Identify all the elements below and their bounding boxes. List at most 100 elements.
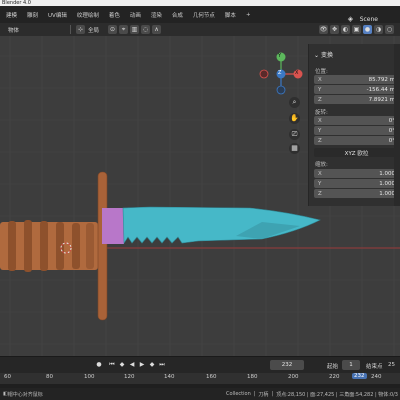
status-collection: Collection	[226, 391, 251, 397]
add-workspace-button[interactable]: +	[241, 12, 256, 18]
snap-target-icon[interactable]: ▥	[130, 25, 140, 34]
tab-shading[interactable]: 着色	[104, 11, 125, 19]
location-x-field[interactable]: X 85.792 m	[314, 75, 399, 84]
ruler-tick: 180	[247, 374, 258, 380]
scale-z-field[interactable]: Z 1.000	[314, 189, 399, 198]
axis-y: Y	[318, 127, 322, 134]
timeline-controls: ● ⏮ ◆ ◀ ▶ ◆ ⏭ 232 起始 1 结束点 25	[0, 356, 400, 374]
ruler-tick: 60	[4, 374, 11, 380]
ortho-grid-icon[interactable]: ▦	[289, 143, 300, 154]
xray-icon[interactable]: ▣	[352, 25, 361, 34]
prev-keyframe-icon[interactable]: ◆	[118, 360, 126, 370]
transform-orientation-icon[interactable]: ⊹	[76, 25, 85, 34]
play-icon[interactable]: ▶	[138, 360, 146, 370]
scale-label: 缩放:	[315, 162, 328, 168]
playhead-frame[interactable]: 232	[352, 373, 367, 379]
scale-y-field[interactable]: Y 1.000	[314, 179, 399, 188]
play-reverse-icon[interactable]: ◀	[128, 360, 136, 370]
axis-x: X	[318, 170, 322, 177]
location-y-value: -156.44 m	[366, 86, 395, 93]
axis-y: Y	[318, 180, 322, 187]
knife-guard[interactable]	[97, 171, 108, 321]
shading-rendered-icon[interactable]: ○	[385, 25, 394, 34]
status-hint: 帽中心对齐鼠标	[7, 391, 43, 398]
tab-scripting[interactable]: 脚本	[220, 11, 241, 19]
status-bar: ◧ 帽中心对齐鼠标 Collection | 刀柄 | 顶点:28,150 | …	[0, 388, 400, 400]
tab-sculpting[interactable]: 雕刻	[22, 11, 43, 19]
gizmo-icon[interactable]: ✥	[330, 25, 339, 34]
end-frame-field[interactable]: 25	[388, 362, 395, 368]
jump-start-icon[interactable]: ⏮	[108, 360, 116, 370]
axis-x: X	[318, 117, 322, 124]
jump-end-icon[interactable]: ⏭	[158, 360, 166, 370]
rotation-x-field[interactable]: X 0°	[314, 116, 399, 125]
visibility-icon[interactable]: 👁	[319, 25, 328, 34]
rotation-mode-dropdown[interactable]: XYZ 欧拉	[314, 148, 399, 157]
knife-bolster[interactable]	[102, 208, 124, 244]
tab-texture-paint[interactable]: 纹理绘制	[72, 11, 104, 19]
tab-modeling[interactable]: 建模	[0, 11, 22, 19]
pivot-point-icon[interactable]: ⊙	[108, 25, 118, 34]
scene-selector[interactable]: Scene	[360, 16, 378, 23]
transform-header[interactable]: ⌄ 变换	[309, 50, 333, 59]
gizmo-z-label: Z	[278, 70, 282, 76]
scale-y-value: 1.000	[379, 180, 395, 187]
current-frame-field[interactable]: 232	[270, 360, 304, 370]
scale-z-value: 1.000	[379, 190, 395, 197]
viewport-header: 物体 ⊹ 全局 ⊙ ⌖ ▥ ◌ ∧ 👁 ✥ ◐ ▣ ● ◑ ○	[0, 23, 400, 37]
ruler-tick: 140	[164, 374, 175, 380]
gizmo-x-label: X	[295, 70, 299, 76]
snap-icon[interactable]: ⌖	[119, 25, 129, 34]
object-mode-menu[interactable]: 物体	[8, 26, 66, 34]
sidebar-n-panel: ⌄ 变换 位置: X 85.792 m Y -156.44 m Z 7.8921 m …	[308, 44, 400, 206]
location-label: 位置:	[315, 69, 328, 75]
ruler-tick: 120	[124, 374, 135, 380]
axis-z: Z	[318, 137, 322, 144]
location-y-field[interactable]: Y -156.44 m	[314, 85, 399, 94]
rotation-label: 旋转:	[315, 110, 328, 116]
tab-rendering[interactable]: 渲染	[146, 11, 167, 19]
rotation-mode-value: XYZ 欧拉	[344, 150, 369, 157]
tab-compositing[interactable]: 合成	[167, 11, 188, 19]
location-z-value: 7.8921 m	[368, 96, 395, 103]
zoom-icon[interactable]: ⌕	[289, 97, 300, 108]
rotation-z-field[interactable]: Z 0°	[314, 136, 399, 145]
start-frame-field[interactable]: 1	[342, 360, 360, 370]
ruler-tick: 80	[46, 374, 53, 380]
workspace-tabs: 建模 雕刻 UV编辑 纹理绘制 着色 动画 渲染 合成 几何节点 脚本 + ◈ …	[0, 6, 400, 23]
overlay-icon[interactable]: ◐	[341, 25, 350, 34]
timeline-ruler[interactable]: 60 80 100 120 140 160 180 200 220 232 24…	[0, 373, 400, 384]
rotation-y-field[interactable]: Y 0°	[314, 126, 399, 135]
knife-handle[interactable]	[0, 220, 98, 272]
pan-hand-icon[interactable]: ✋	[289, 113, 300, 124]
transform-title: 变换	[320, 52, 333, 59]
camera-view-icon[interactable]: ⎚	[289, 129, 300, 140]
ruler-tick: 220	[329, 374, 340, 380]
status-object: 刀柄	[258, 391, 269, 398]
axis-z: Z	[318, 190, 322, 197]
scene-icon[interactable]: ◈	[348, 15, 356, 23]
ruler-tick: 160	[206, 374, 217, 380]
record-icon[interactable]: ●	[95, 360, 103, 370]
tab-geometry-nodes[interactable]: 几何节点	[188, 11, 220, 19]
transform-orientation-dropdown[interactable]: 全局	[88, 26, 99, 34]
collapse-chevron-icon[interactable]: ⌄	[314, 52, 321, 59]
scale-x-value: 1.000	[379, 170, 395, 177]
end-frame-label: 结束点	[366, 364, 383, 370]
scale-x-field[interactable]: X 1.000	[314, 169, 399, 178]
shading-solid-icon[interactable]: ●	[363, 25, 372, 34]
ruler-tick: 100	[84, 374, 95, 380]
status-stats: 顶点:28,150 | 面:27,425 | 三角面:54,282 | 物体:0…	[276, 391, 398, 398]
location-z-field[interactable]: Z 7.8921 m	[314, 95, 399, 104]
falloff-icon[interactable]: ∧	[152, 25, 162, 34]
tab-animation[interactable]: 动画	[125, 11, 146, 19]
shading-material-icon[interactable]: ◑	[374, 25, 383, 34]
ruler-tick: 240	[371, 374, 382, 380]
axis-y: Y	[318, 86, 322, 93]
next-keyframe-icon[interactable]: ◆	[148, 360, 156, 370]
tab-uv-editing[interactable]: UV编辑	[43, 11, 72, 19]
axis-z: Z	[318, 96, 322, 103]
sidebar-tab-strip[interactable]	[394, 44, 400, 206]
gizmo-y-label: Y	[278, 53, 282, 59]
proportional-edit-icon[interactable]: ◌	[141, 25, 151, 34]
